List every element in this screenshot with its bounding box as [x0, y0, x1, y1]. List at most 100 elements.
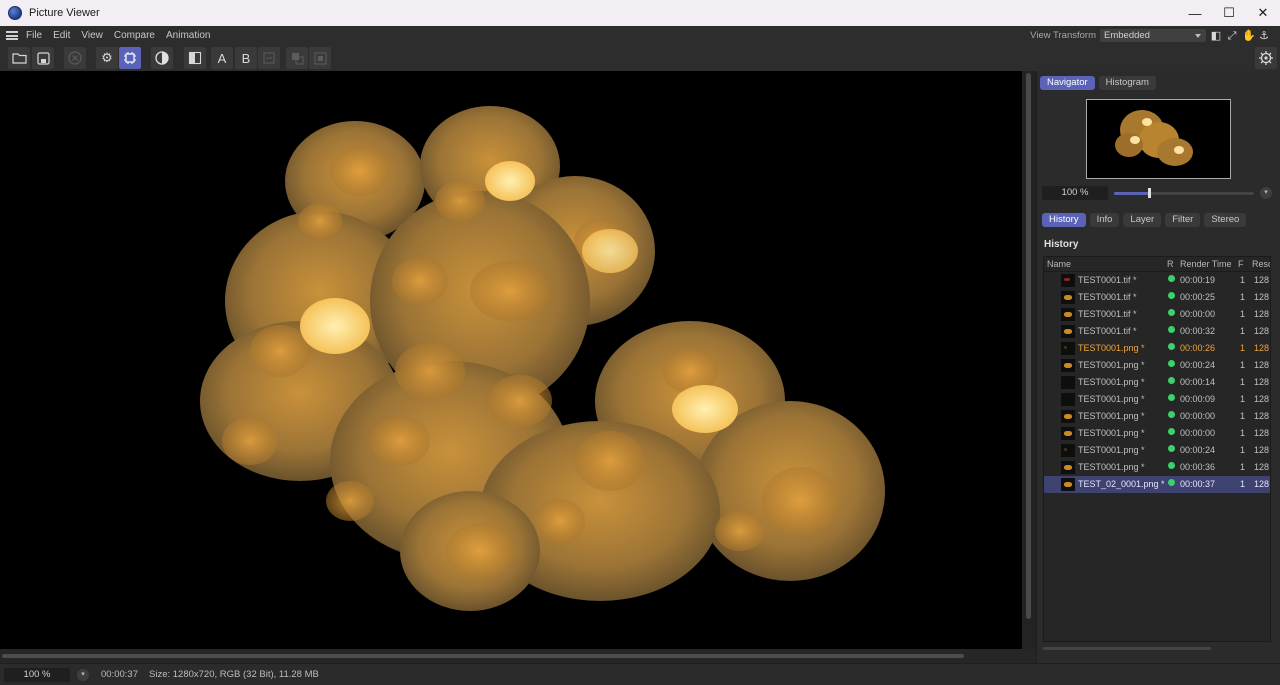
- history-row[interactable]: TEST_02_0001.png * 00:00:37 1 128: [1044, 476, 1270, 493]
- navigator-options-chevron-icon[interactable]: ▾: [1260, 187, 1272, 199]
- hamburger-menu-icon[interactable]: [6, 31, 18, 40]
- menu-animation[interactable]: Animation: [166, 30, 210, 41]
- maximize-button[interactable]: ☐: [1212, 0, 1246, 26]
- tab-info[interactable]: Info: [1089, 213, 1120, 227]
- history-row-thumbnail: [1061, 376, 1075, 389]
- history-row-render-time: 00:00:09: [1180, 394, 1216, 404]
- history-row[interactable]: TEST0001.tif * 00:00:32 1 128: [1044, 323, 1270, 340]
- status-zoom-chevron-icon[interactable]: ▾: [77, 669, 89, 681]
- tab-histogram[interactable]: Histogram: [1098, 76, 1156, 90]
- history-list: Name R Render Time F Reso TEST0001.tif *…: [1043, 256, 1271, 642]
- history-row[interactable]: TEST0001.png * 00:00:00 1 128: [1044, 425, 1270, 442]
- history-row-frame: 1: [1240, 411, 1246, 421]
- open-folder-button[interactable]: [8, 47, 30, 69]
- overlay-button[interactable]: [286, 47, 308, 69]
- tab-layer[interactable]: Layer: [1123, 213, 1162, 227]
- history-row-frame: 1: [1240, 462, 1246, 472]
- contrast-toggle-button[interactable]: [151, 47, 173, 69]
- view-transform-select[interactable]: Embedded: [1100, 29, 1206, 42]
- history-row-render-time: 00:00:26: [1180, 343, 1216, 353]
- set-b-button[interactable]: B: [235, 47, 257, 69]
- history-rows: TEST0001.tif * 00:00:19 1 128 TEST0001.tif *…: [1044, 272, 1270, 493]
- menu-compare[interactable]: Compare: [114, 30, 155, 41]
- history-row[interactable]: TEST0001.png * 00:00:26 1 128: [1044, 340, 1270, 357]
- cpu-render-button[interactable]: [119, 47, 141, 69]
- history-row-name: TEST0001.png *: [1078, 360, 1145, 370]
- history-row[interactable]: TEST0001.png * 00:00:36 1 128: [1044, 459, 1270, 476]
- history-row[interactable]: TEST0001.png * 00:00:24 1 128: [1044, 442, 1270, 459]
- tab-history[interactable]: History: [1042, 213, 1086, 227]
- navigator-zoom-slider-knob[interactable]: [1148, 188, 1151, 198]
- navigator-zoom-slider[interactable]: [1114, 188, 1254, 198]
- history-row[interactable]: TEST0001.tif * 00:00:19 1 128: [1044, 272, 1270, 289]
- swap-ab-button[interactable]: [258, 47, 280, 69]
- folder-icon: [11, 53, 27, 64]
- history-row[interactable]: TEST0001.tif * 00:00:25 1 128: [1044, 289, 1270, 306]
- menu-edit[interactable]: Edit: [53, 30, 70, 41]
- swap-icon: [263, 52, 275, 64]
- history-row-name: TEST0001.png *: [1078, 411, 1145, 421]
- info-tabs: History Info Layer Filter Stereo: [1042, 213, 1247, 227]
- split-view-icon[interactable]: ◧: [1210, 30, 1222, 42]
- history-row-thumbnail: [1061, 461, 1075, 474]
- window-title: Picture Viewer: [29, 7, 100, 19]
- history-row-name: TEST0001.tif *: [1078, 309, 1137, 319]
- history-row[interactable]: TEST0001.tif * 00:00:00 1 128: [1044, 306, 1270, 323]
- navigator-preview[interactable]: [1086, 99, 1231, 179]
- history-horizontal-scrollbar[interactable]: [1043, 647, 1211, 650]
- external-window-icon[interactable]: ⤢: [1226, 30, 1238, 42]
- cancel-circle-icon: [68, 51, 82, 65]
- anchor-icon[interactable]: ⚓: [1258, 30, 1270, 42]
- render-status-dot: [1168, 428, 1175, 435]
- menu-view[interactable]: View: [81, 30, 103, 41]
- history-row-name: TEST0001.png *: [1078, 428, 1145, 438]
- save-button[interactable]: [32, 47, 54, 69]
- history-row-name: TEST_02_0001.png *: [1078, 479, 1165, 489]
- history-row-render-time: 00:00:00: [1180, 309, 1216, 319]
- app-logo-icon: [8, 6, 22, 20]
- viewport-vertical-scrollbar[interactable]: [1022, 71, 1036, 649]
- history-row-thumbnail: [1061, 274, 1075, 287]
- history-row-frame: 1: [1240, 394, 1246, 404]
- set-a-button[interactable]: A: [211, 47, 233, 69]
- tab-stereo[interactable]: Stereo: [1204, 213, 1247, 227]
- render-viewport[interactable]: [0, 71, 1022, 649]
- column-r[interactable]: R: [1167, 259, 1174, 269]
- column-name[interactable]: Name: [1047, 259, 1071, 269]
- viewport-vertical-scroll-thumb[interactable]: [1026, 73, 1031, 619]
- history-row-resolution: 128: [1254, 445, 1270, 455]
- history-row[interactable]: TEST0001.png * 00:00:24 1 128: [1044, 357, 1270, 374]
- navigator-zoom-field[interactable]: 100 %: [1042, 186, 1108, 200]
- minimize-button[interactable]: —: [1178, 0, 1212, 26]
- column-render-time[interactable]: Render Time: [1180, 259, 1232, 269]
- history-row[interactable]: TEST0001.png * 00:00:00 1 128: [1044, 408, 1270, 425]
- compare-ab-button[interactable]: [184, 47, 206, 69]
- tab-filter[interactable]: Filter: [1165, 213, 1201, 227]
- history-row-resolution: 128: [1254, 428, 1270, 438]
- navigator-preview-image: [1115, 110, 1193, 166]
- menu-bar: File Edit View Compare Animation View Tr…: [0, 26, 1280, 45]
- menu-file[interactable]: File: [26, 30, 42, 41]
- render-status-dot: [1168, 411, 1175, 418]
- status-zoom-field[interactable]: 100 %: [4, 668, 70, 682]
- history-row[interactable]: TEST0001.png * 00:00:09 1 128: [1044, 391, 1270, 408]
- column-frame[interactable]: F: [1238, 259, 1244, 269]
- viewer-settings-button[interactable]: [1255, 47, 1277, 69]
- difference-button[interactable]: [309, 47, 331, 69]
- render-status-dot: [1168, 275, 1175, 282]
- stop-render-button[interactable]: [64, 47, 86, 69]
- history-row[interactable]: TEST0001.png * 00:00:14 1 128: [1044, 374, 1270, 391]
- column-resolution[interactable]: Reso: [1252, 259, 1270, 269]
- viewport-horizontal-scroll-thumb[interactable]: [2, 654, 964, 658]
- history-row-thumbnail: [1061, 478, 1075, 491]
- history-row-thumbnail: [1061, 308, 1075, 321]
- history-row-frame: 1: [1240, 292, 1246, 302]
- render-status-dot: [1168, 292, 1175, 299]
- close-button[interactable]: ✕: [1246, 0, 1280, 26]
- hand-pan-icon[interactable]: ✋: [1242, 30, 1256, 42]
- tab-navigator[interactable]: Navigator: [1040, 76, 1095, 90]
- render-settings-button[interactable]: ⚙: [96, 47, 118, 69]
- history-row-thumbnail: [1061, 427, 1075, 440]
- history-row-render-time: 00:00:00: [1180, 411, 1216, 421]
- viewport-horizontal-scrollbar[interactable]: [0, 649, 1036, 663]
